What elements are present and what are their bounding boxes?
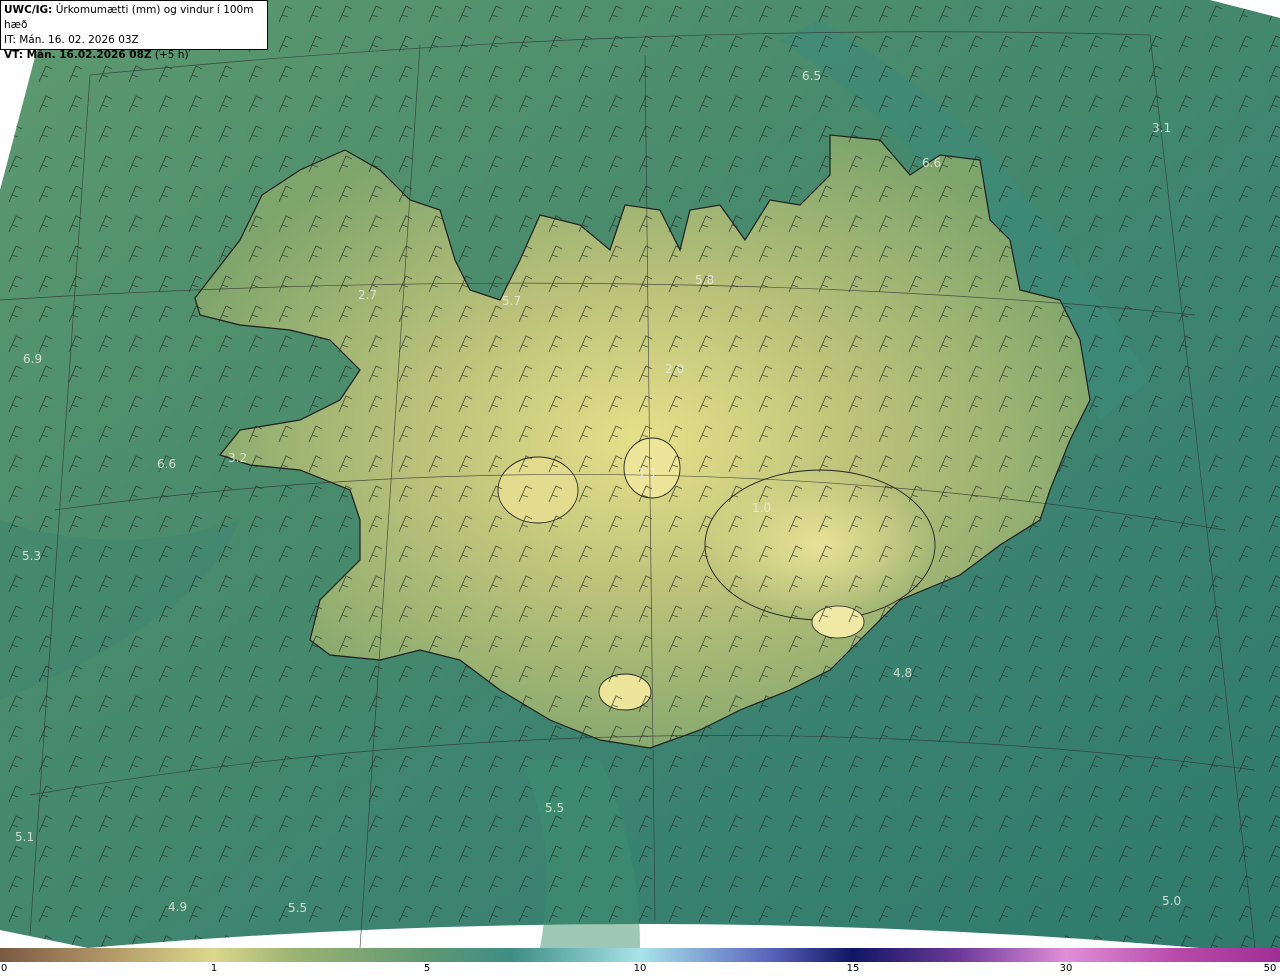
precipitable-water-map[interactable]: 6.5 3.1 6.6 5.8 5.7 2.7 6.9 2.0 3.2 6.6 … (0, 0, 1280, 948)
map-value: 6.5 (802, 69, 821, 83)
map-value: 5.1 (15, 830, 34, 844)
map-value: 6.6 (922, 156, 941, 170)
map-value: 6.6 (157, 457, 176, 471)
color-scale-bar (0, 948, 1280, 962)
title-line: UWC/IG: Úrkomumætti (mm) og vindur í 100… (4, 3, 264, 33)
scale-tick-label: 50 (1263, 963, 1277, 974)
initial-time: IT: Mán. 16. 02. 2026 03Z (4, 34, 139, 46)
map-value: 4.8 (893, 666, 912, 680)
product-code: UWC/IG: (4, 4, 53, 16)
map-value: 3.2 (228, 451, 247, 465)
scale-tick-label: 10 (633, 963, 647, 974)
map-value: 5.7 (502, 294, 521, 308)
forecast-offset: (+5 h) (154, 49, 189, 61)
map-value: 1.0 (752, 501, 771, 515)
map-value: 3.1 (1152, 121, 1171, 135)
map-value: 2.0 (665, 362, 684, 376)
map-value: 5.5 (545, 801, 564, 815)
scale-tick-label: 0 (0, 963, 8, 974)
scale-tick-label: 1 (210, 963, 218, 974)
scale-tick-label: 15 (846, 963, 860, 974)
map-value: 5.8 (695, 273, 714, 287)
map-value: 5.0 (1162, 894, 1181, 908)
map-value: 5.5 (288, 901, 307, 915)
map-info-box: UWC/IG: Úrkomumætti (mm) og vindur í 100… (0, 0, 268, 61)
scale-tick-label: 30 (1059, 963, 1073, 974)
valid-time-line: VT: Mán. 16.02.2026 08Z (+5 h) (4, 48, 264, 63)
map-value: 6.9 (23, 352, 42, 366)
map-value: 4.9 (168, 900, 187, 914)
map-value: 5.3 (22, 549, 41, 563)
map-value: 2.7 (358, 288, 377, 302)
valid-time: VT: Mán. 16.02.2026 08Z (4, 49, 152, 61)
scale-tick-label: 5 (423, 963, 431, 974)
map-value: 1.1 (638, 466, 657, 480)
